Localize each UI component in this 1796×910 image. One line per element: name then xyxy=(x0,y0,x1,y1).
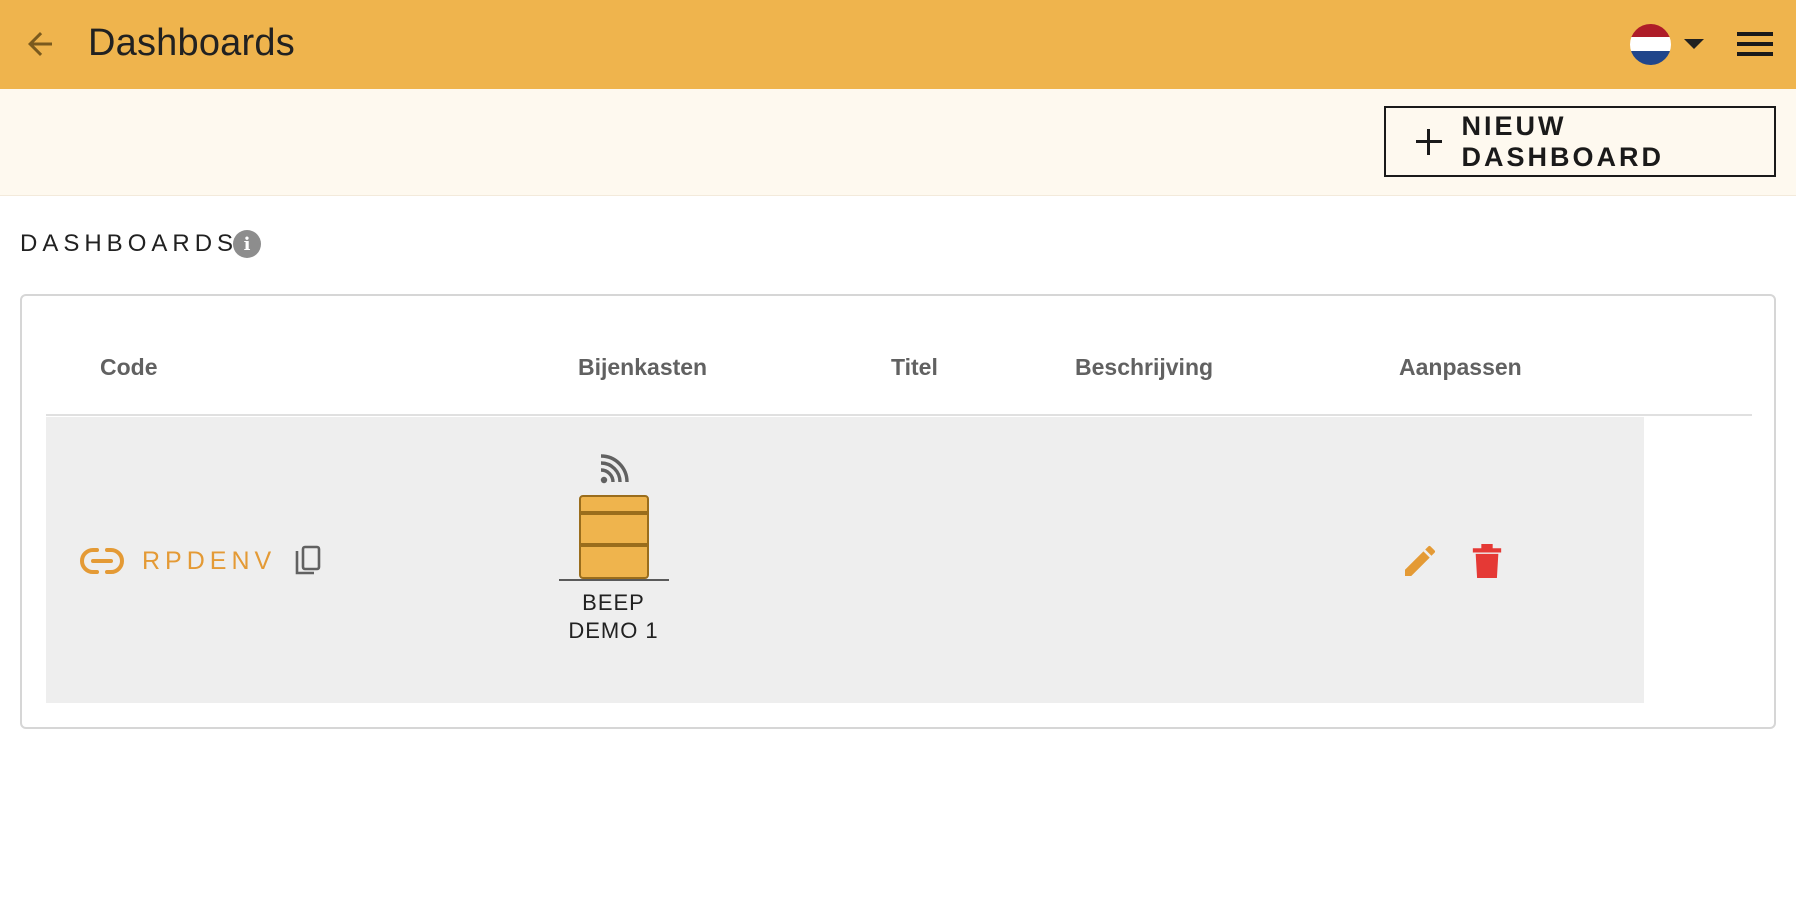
beehive-icon xyxy=(578,495,649,579)
wifi-signal-icon xyxy=(600,454,629,484)
column-header-titel: Titel xyxy=(891,354,938,380)
trash-icon[interactable] xyxy=(1470,541,1504,581)
new-dashboard-button[interactable]: NIEUW DASHBOARD xyxy=(1384,106,1776,177)
app-bar: Dashboards xyxy=(0,0,1796,89)
table-header: Code Bijenkasten Titel Beschrijving Aanp… xyxy=(46,296,1752,416)
hive-name-line-2: DEMO 1 xyxy=(568,618,659,643)
info-icon[interactable]: i xyxy=(233,230,261,258)
hamburger-menu-icon[interactable] xyxy=(1730,24,1780,64)
section-title: DASHBOARDS xyxy=(20,230,239,257)
plus-icon xyxy=(1416,128,1442,155)
copy-icon[interactable] xyxy=(294,545,322,577)
language-selector[interactable] xyxy=(1630,20,1710,68)
column-header-aanpassen: Aanpassen xyxy=(1399,354,1522,380)
dashboards-table-card: Code Bijenkasten Titel Beschrijving Aanp… xyxy=(20,294,1776,729)
hive-name-line-1: BEEP xyxy=(582,590,645,615)
hive-name: BEEP DEMO 1 xyxy=(556,589,671,645)
column-header-beschrijving: Beschrijving xyxy=(1075,354,1214,380)
hive-item[interactable]: BEEP DEMO 1 xyxy=(556,453,671,645)
toolbar: NIEUW DASHBOARD xyxy=(0,89,1796,196)
hive-base-line xyxy=(558,579,669,581)
column-header-code: Code xyxy=(100,354,158,380)
link-icon[interactable] xyxy=(80,548,124,574)
back-button[interactable] xyxy=(18,22,62,66)
column-header-bijenkasten: Bijenkasten xyxy=(578,354,708,380)
new-dashboard-label: NIEUW DASHBOARD xyxy=(1461,110,1665,172)
netherlands-flag-icon xyxy=(1630,23,1671,65)
page-title: Dashboards xyxy=(88,22,295,64)
dashboard-code-link[interactable]: RPDENV xyxy=(142,547,276,576)
caret-down-icon xyxy=(1684,39,1704,49)
arrow-left-icon xyxy=(28,32,52,56)
table-row: RPDENV BEEP DEMO 1 xyxy=(46,417,1644,703)
code-cell: RPDENV xyxy=(80,545,322,577)
pencil-icon[interactable] xyxy=(1400,541,1440,581)
